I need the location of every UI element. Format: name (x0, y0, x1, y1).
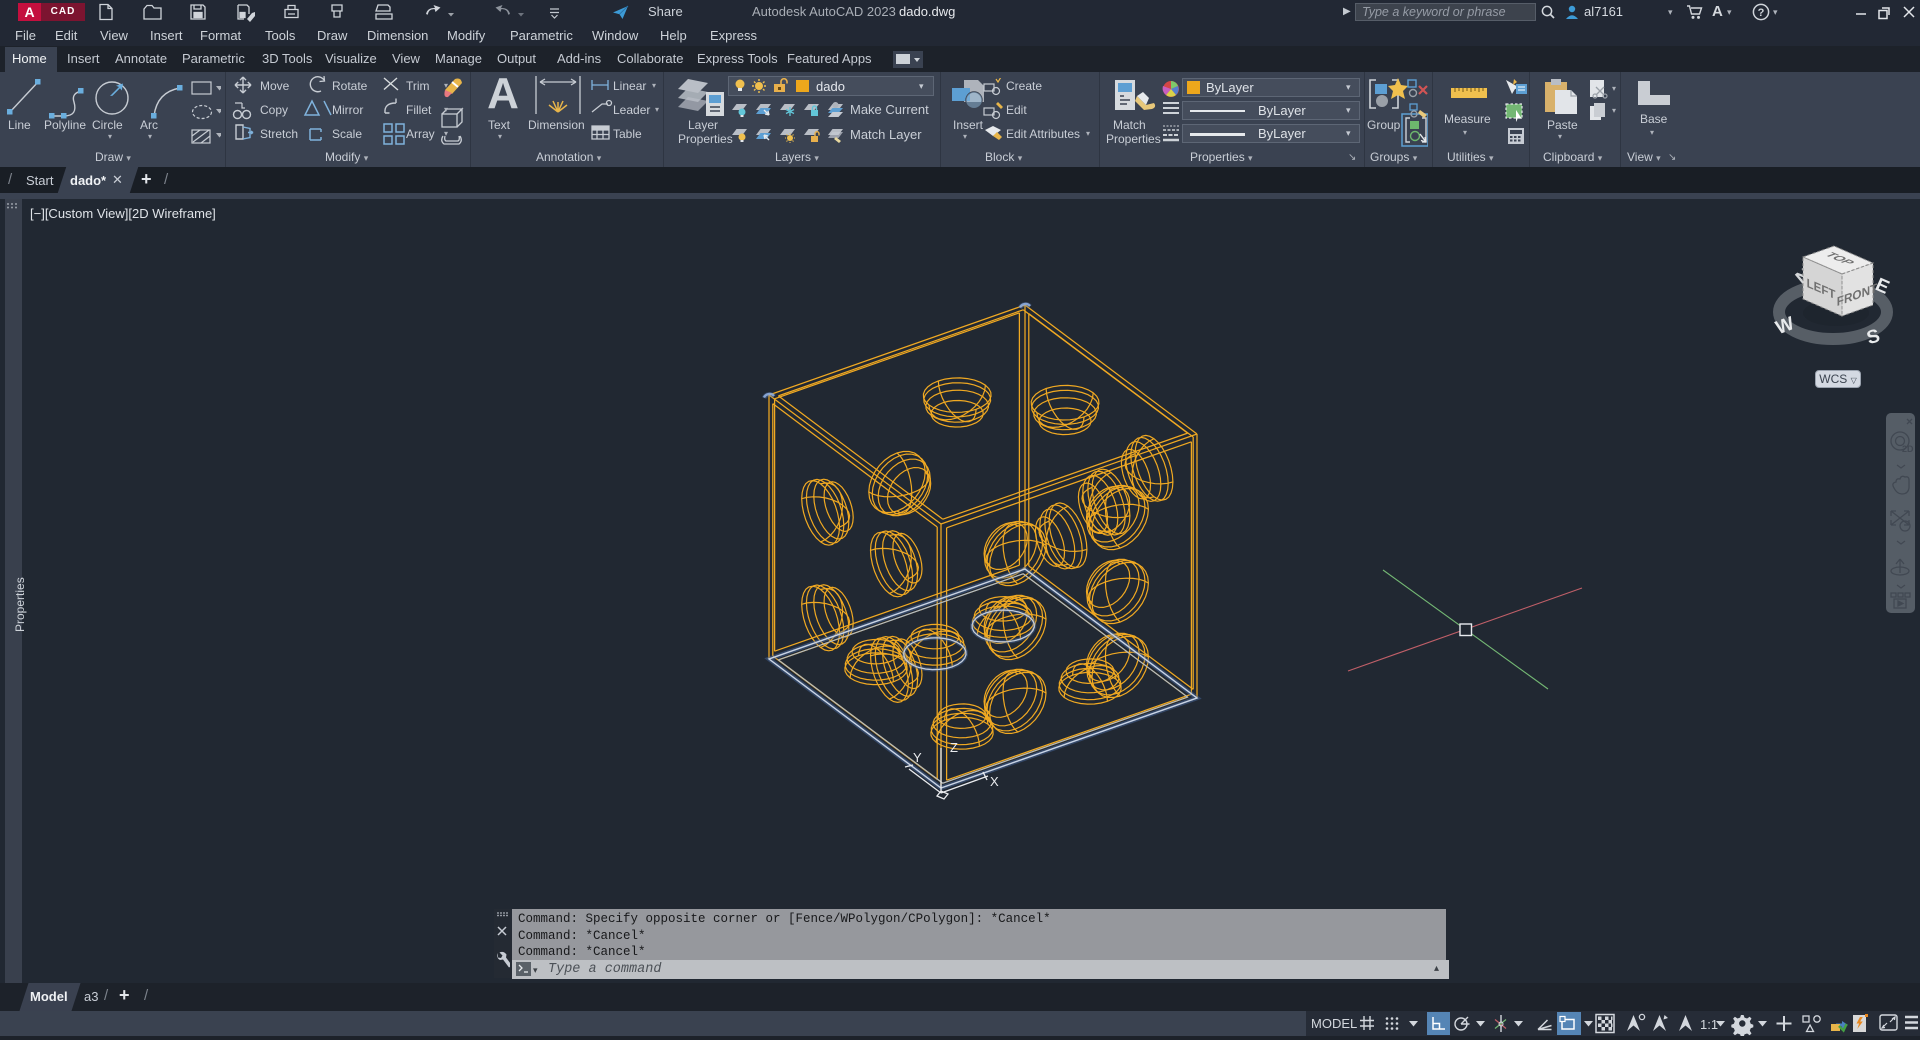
svg-text:Z: Z (950, 740, 958, 755)
svg-text:Y: Y (913, 750, 922, 765)
svg-text:1:1: 1:1 (1700, 1017, 1718, 1032)
svg-text:2D: 2D (1902, 444, 1914, 454)
svg-text:X: X (990, 774, 999, 789)
